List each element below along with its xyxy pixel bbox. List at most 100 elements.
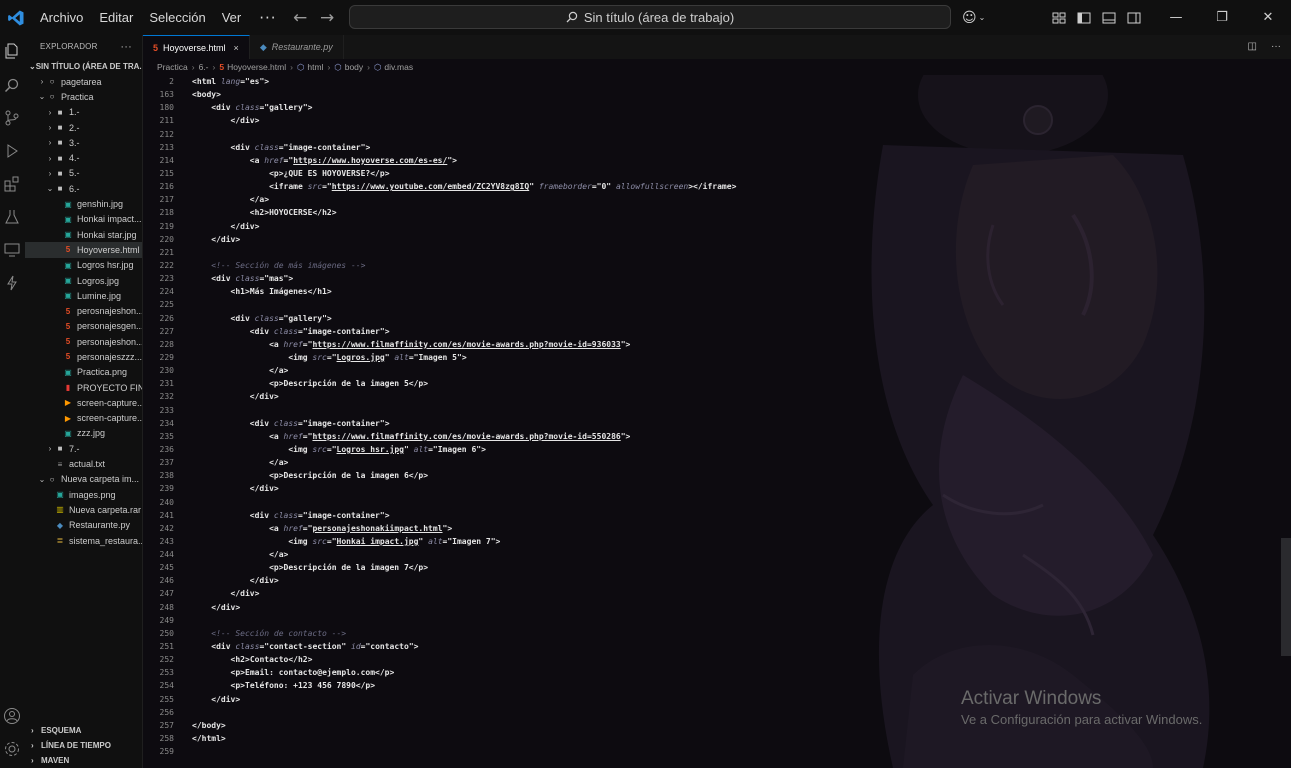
close-window-button[interactable]: ✕: [1245, 0, 1291, 35]
tree-item[interactable]: ▣ Lumine.jpg: [25, 288, 142, 303]
code-line[interactable]: <img src="Logros.jpg" alt="Imagen 5">: [192, 351, 1092, 364]
tree-item[interactable]: › ■ 7.-: [25, 441, 142, 456]
tree-item[interactable]: ⌄ ○ Practica: [25, 89, 142, 104]
breadcrumb-item[interactable]: div.mas: [384, 62, 413, 72]
menu-archivo[interactable]: Archivo: [32, 10, 91, 25]
code-line[interactable]: <div class="gallery">: [192, 101, 1092, 114]
scrollbar-thumb[interactable]: [1281, 538, 1291, 656]
tree-item[interactable]: ◆ Restaurante.py: [25, 518, 142, 533]
code-line[interactable]: </div>: [192, 114, 1092, 127]
code-line[interactable]: <h2>Contacto</h2>: [192, 653, 1092, 666]
outline-section[interactable]: › ESQUEMA: [25, 723, 142, 738]
tree-item[interactable]: 5 personajeshon...: [25, 334, 142, 349]
tree-item[interactable]: ▣ Logros.jpg: [25, 273, 142, 288]
search-icon[interactable]: [2, 75, 22, 95]
code-line[interactable]: <!-- Sección de más imágenes -->: [192, 259, 1092, 272]
copilot-icon[interactable]: ☺: [962, 10, 977, 26]
tree-item[interactable]: › ■ 5.-: [25, 166, 142, 181]
tree-item[interactable]: › ■ 3.-: [25, 135, 142, 150]
minimize-button[interactable]: —: [1153, 0, 1199, 35]
remote-explorer-icon[interactable]: [2, 240, 22, 260]
tree-item[interactable]: 5 perosnajeshon...: [25, 303, 142, 318]
tab-restaurante-py[interactable]: ◆ Restaurante.py: [250, 35, 344, 59]
code-line[interactable]: [192, 128, 1092, 141]
tree-item[interactable]: ▣ zzz.jpg: [25, 426, 142, 441]
account-icon[interactable]: [2, 706, 22, 726]
code-editor[interactable]: 2 163 180 211 212 213 214 215 216 217 218 219 220 221…: [143, 75, 1281, 768]
extensions-icon[interactable]: [2, 174, 22, 194]
code-line[interactable]: <a href="https://www.hoyoverse.com/es-es…: [192, 154, 1092, 167]
code-line[interactable]: [192, 614, 1092, 627]
menu-editar[interactable]: Editar: [91, 10, 141, 25]
code-line[interactable]: </div>: [192, 390, 1092, 403]
toggle-primary-sidebar-icon[interactable]: [1077, 12, 1091, 24]
code-line[interactable]: <a href="personajeshonakiimpact.html">: [192, 522, 1092, 535]
code-line[interactable]: <iframe src="https://www.youtube.com/emb…: [192, 180, 1092, 193]
code-line[interactable]: <div class="image-container">: [192, 509, 1092, 522]
code-line[interactable]: <div class="image-container">: [192, 141, 1092, 154]
code-line[interactable]: <h2>HOYOCERSE</h2>: [192, 206, 1092, 219]
settings-gear-icon[interactable]: [2, 739, 22, 759]
code-line[interactable]: <div class="image-container">: [192, 325, 1092, 338]
timeline-section[interactable]: › LÍNEA DE TIEMPO: [25, 738, 142, 753]
tree-item[interactable]: ⌄ ■ 6.-: [25, 181, 142, 196]
tree-item[interactable]: › ■ 4.-: [25, 150, 142, 165]
forward-arrow-icon[interactable]: →: [320, 8, 334, 28]
code-line[interactable]: </div>: [192, 482, 1092, 495]
code-line[interactable]: <body>: [192, 88, 1092, 101]
close-icon[interactable]: ×: [234, 43, 239, 53]
code-line[interactable]: <!-- Sección de contacto -->: [192, 627, 1092, 640]
tree-item[interactable]: ▣ Logros hsr.jpg: [25, 258, 142, 273]
code-line[interactable]: <div class="image-container">: [192, 417, 1092, 430]
back-arrow-icon[interactable]: ←: [293, 8, 307, 28]
code-line[interactable]: <img src="Logros hsr.jpg" alt="Imagen 6"…: [192, 443, 1092, 456]
editor-scrollbar[interactable]: [1281, 75, 1291, 768]
code-line[interactable]: </a>: [192, 193, 1092, 206]
code-line[interactable]: </div>: [192, 693, 1092, 706]
tree-item[interactable]: ▶ screen-capture...: [25, 395, 142, 410]
code-line[interactable]: </a>: [192, 364, 1092, 377]
code-line[interactable]: <p>Email: contacto@ejemplo.com</p>: [192, 666, 1092, 679]
chevron-down-icon[interactable]: ⌄: [979, 13, 986, 22]
restore-button[interactable]: ❐: [1199, 0, 1245, 35]
tab-hoyoverse-html[interactable]: 5 Hoyoverse.html ×: [143, 35, 250, 59]
code-line[interactable]: </div>: [192, 233, 1092, 246]
breadcrumb-item[interactable]: Practica: [157, 62, 188, 72]
lightning-icon[interactable]: [2, 273, 22, 293]
code-line[interactable]: [192, 246, 1092, 259]
code-line[interactable]: <div class="gallery">: [192, 312, 1092, 325]
explorer-more-button[interactable]: ···: [120, 41, 132, 53]
tree-item[interactable]: 5 personajesgen...: [25, 319, 142, 334]
code-line[interactable]: </body>: [192, 719, 1092, 732]
breadcrumb-item[interactable]: 6.-: [199, 62, 209, 72]
code-line[interactable]: </div>: [192, 601, 1092, 614]
tree-item[interactable]: ≣ sistema_restaura...: [25, 533, 142, 548]
code-lines[interactable]: <html lang="es"> <body> <div class="galle…: [192, 75, 1092, 758]
tree-item[interactable]: ▣ Practica.png: [25, 365, 142, 380]
tree-item[interactable]: ▮ PROYECTO FIN...: [25, 380, 142, 395]
code-line[interactable]: <a href="https://www.filmaffinity.com/es…: [192, 430, 1092, 443]
breadcrumb-item[interactable]: body: [345, 62, 363, 72]
workspace-header[interactable]: ⌄ SIN TÍTULO (ÁREA DE TRA...: [25, 58, 142, 74]
more-actions-icon[interactable]: ···: [1271, 41, 1281, 52]
tree-item[interactable]: ▣ genshin.jpg: [25, 196, 142, 211]
breadcrumb-item[interactable]: Hoyoverse.html: [227, 62, 286, 72]
explorer-icon[interactable]: [2, 41, 22, 61]
code-line[interactable]: </div>: [192, 587, 1092, 600]
command-center-search[interactable]: Sin título (área de trabajo): [349, 5, 951, 29]
toggle-panel-icon[interactable]: [1102, 12, 1116, 24]
code-line[interactable]: <a href="https://www.filmaffinity.com/es…: [192, 338, 1092, 351]
tree-item[interactable]: ▣ images.png: [25, 487, 142, 502]
code-line[interactable]: <p>Teléfono: +123 456 7890</p>: [192, 679, 1092, 692]
tree-item[interactable]: › ○ pagetarea: [25, 74, 142, 89]
tree-item[interactable]: ▣ Honkai star.jpg: [25, 227, 142, 242]
code-line[interactable]: </a>: [192, 456, 1092, 469]
code-line[interactable]: <p>Descripción de la imagen 5</p>: [192, 377, 1092, 390]
code-line[interactable]: </div>: [192, 220, 1092, 233]
code-line[interactable]: [192, 745, 1092, 758]
code-line[interactable]: <div class="mas">: [192, 272, 1092, 285]
toggle-secondary-sidebar-icon[interactable]: [1127, 12, 1141, 24]
code-line[interactable]: </a>: [192, 548, 1092, 561]
split-editor-icon[interactable]: ◫: [1248, 41, 1257, 52]
code-line[interactable]: <html lang="es">: [192, 75, 1092, 88]
